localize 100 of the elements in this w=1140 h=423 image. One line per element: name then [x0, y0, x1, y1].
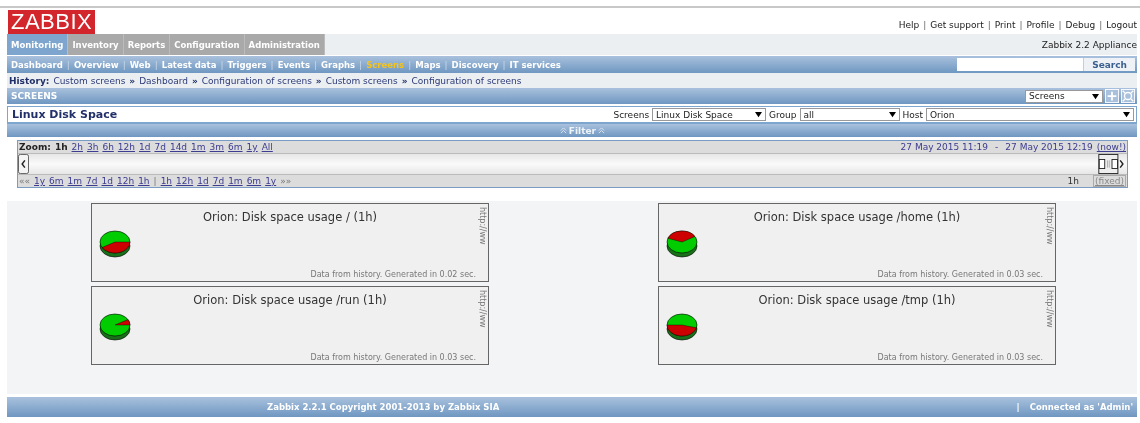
graph-title: Orion: Disk space usage /home (1h)	[753, 210, 961, 224]
zoom-label: Zoom:	[19, 142, 51, 152]
separator: |	[1099, 20, 1103, 30]
separator: |	[444, 59, 448, 70]
dropdown-arrow-icon	[1092, 92, 1099, 100]
separator: |	[153, 176, 157, 186]
header-link[interactable]: Logout	[1106, 20, 1137, 30]
breadcrumb-link[interactable]: Dashboard	[139, 75, 188, 86]
pie-chart-drawing	[98, 310, 132, 344]
header-link[interactable]: Debug	[1065, 20, 1096, 30]
selector-dropdown[interactable]: Linux Disk Space	[652, 108, 767, 121]
period-dash: -	[994, 142, 1000, 152]
move-back-link[interactable]: 1d	[101, 176, 113, 186]
separator: |	[408, 59, 412, 70]
graph-url: http://ww	[1045, 207, 1054, 245]
move-back-link[interactable]: 6m	[49, 176, 64, 186]
move-forward-link[interactable]: 1d	[197, 176, 209, 186]
period-end: 27 May 2015 12:19	[1005, 142, 1093, 152]
move-back-link[interactable]: 12h	[117, 176, 135, 186]
scroll-left-button[interactable]	[18, 154, 29, 174]
move-back-link[interactable]: 7d	[86, 176, 98, 186]
move-forward-link[interactable]: 6m	[246, 176, 262, 186]
selector-label: Host	[902, 109, 923, 120]
selector-dropdown[interactable]: Orion	[926, 108, 1134, 121]
pie-chart-drawing	[665, 310, 699, 344]
collapse-icon	[598, 127, 605, 134]
graph-title: Orion: Disk space usage /tmp (1h)	[758, 293, 956, 307]
screens-dropdown[interactable]: Screens	[1025, 89, 1103, 103]
dropdown-arrow-icon	[888, 111, 896, 118]
zoom-link[interactable]: 1y	[246, 142, 258, 152]
move-back-link[interactable]: 1m	[67, 176, 83, 186]
header-link[interactable]: Profile	[1026, 20, 1055, 30]
zoom-link[interactable]: 3m	[209, 142, 225, 152]
separator: |	[313, 59, 317, 70]
breadcrumb-link[interactable]: Custom screens	[325, 75, 398, 86]
search-button[interactable]: Search	[1083, 58, 1135, 71]
now-link[interactable]: (now!)	[1096, 142, 1126, 152]
move-forward-link[interactable]: 1m	[228, 176, 243, 186]
pie-chart-drawing	[665, 227, 699, 261]
zoom-link[interactable]: 1h	[54, 142, 68, 152]
zoom-link[interactable]: 6m	[228, 142, 243, 152]
graph-title: Orion: Disk space usage /run (1h)	[193, 293, 387, 307]
fullscreen-icon[interactable]	[1121, 89, 1135, 103]
zoom-link[interactable]: 1m	[191, 142, 206, 152]
zoom-link[interactable]: 6h	[102, 142, 114, 152]
graph-url: http://ww	[1045, 290, 1054, 328]
add-icon[interactable]	[1105, 89, 1119, 103]
header-link[interactable]: Help	[898, 20, 920, 30]
dropdown-arrow-icon	[1123, 111, 1130, 118]
server-name: Zabbix 2.2 Appliance	[1041, 39, 1137, 50]
search-field[interactable]	[957, 58, 1084, 71]
graph-footnote: Data from history. Generated in 0.03 sec.	[877, 353, 1043, 362]
separator: |	[122, 59, 126, 70]
selector-label: Group	[769, 109, 797, 120]
zabbix-logo[interactable]: ZABBIX	[8, 10, 96, 34]
graph-footnote: Data from history. Generated in 0.03 sec.	[877, 270, 1043, 279]
dropdown-arrow-icon	[755, 111, 763, 118]
period-start: 27 May 2015 11:19	[900, 142, 989, 152]
zoom-link[interactable]: 12h	[117, 142, 135, 152]
move-forward-link[interactable]: 12h	[176, 176, 194, 186]
graph-title: Orion: Disk space usage / (1h)	[202, 210, 377, 224]
selector-label: Screens	[613, 109, 650, 120]
separator: |	[220, 59, 224, 70]
graph-footnote: Data from history. Generated in 0.03 sec.	[310, 353, 476, 362]
breadcrumb-separator: »	[129, 75, 136, 86]
graph-url: http://ww	[478, 207, 487, 245]
separator: |	[359, 59, 363, 70]
separator: |	[270, 59, 274, 70]
scroll-thumb[interactable]	[1098, 154, 1126, 174]
separator: |	[1016, 402, 1020, 412]
zoom-link[interactable]: 7d	[154, 142, 166, 152]
breadcrumb-separator: »	[401, 75, 408, 86]
separator: |	[923, 20, 927, 30]
pie-chart-drawing	[98, 227, 132, 261]
zoom-link[interactable]: 14d	[169, 142, 188, 152]
move-back-link[interactable]: 1y	[34, 176, 46, 186]
graph-footnote: Data from history. Generated in 0.02 sec.	[310, 270, 476, 279]
header-link[interactable]: Print	[994, 20, 1016, 30]
move-forward-link[interactable]: 7d	[212, 176, 225, 186]
move-forward-link[interactable]: 1h	[160, 176, 173, 186]
zoom-link[interactable]: All	[261, 142, 273, 152]
selector-dropdown[interactable]: all	[799, 108, 900, 121]
separator: |	[154, 59, 158, 70]
breadcrumb-link[interactable]: Configuration of screens	[411, 75, 522, 86]
separator: |	[1019, 20, 1023, 30]
breadcrumb-link[interactable]: Configuration of screens	[201, 75, 312, 86]
collapse-icon	[559, 127, 567, 134]
move-back-link[interactable]: 1h	[138, 176, 150, 186]
separator: |	[502, 59, 506, 70]
zoom-link[interactable]: 3h	[87, 142, 99, 152]
breadcrumb-separator: »	[192, 75, 198, 86]
section-title: SCREENS	[10, 91, 58, 101]
connection-status: Connected as 'Admin'	[1029, 402, 1134, 412]
zoom-link[interactable]: 2h	[71, 142, 83, 152]
separator: |	[987, 20, 991, 30]
breadcrumb-link[interactable]: Custom screens	[53, 75, 126, 86]
zoom-link[interactable]: 1d	[139, 142, 151, 152]
scroll-back-mark: ««	[19, 176, 30, 186]
move-forward-link[interactable]: 1y	[265, 176, 277, 186]
header-link[interactable]: Get support	[930, 20, 984, 30]
